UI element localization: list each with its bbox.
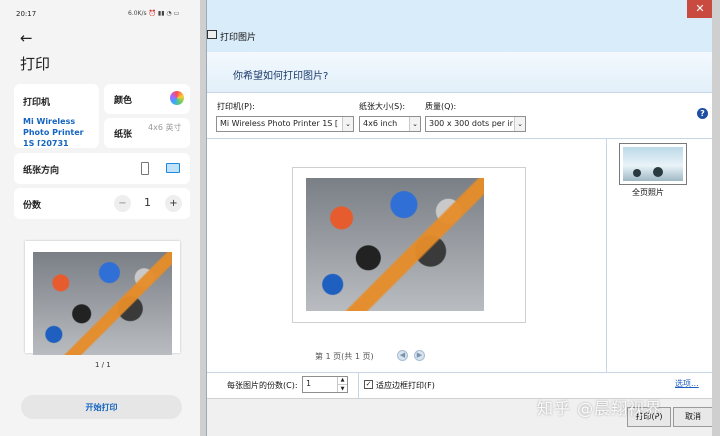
orientation-label: 纸张方向 (23, 166, 60, 176)
phone-print-screen: 20:17 6.0K/s ⏰ ▮▮ ◔ ▭ ← 打印 打印机 Mi Wirele… (0, 0, 200, 436)
paper-size-select[interactable]: 4x6 inch ⌄ (359, 116, 421, 132)
header-question: 你希望如何打印图片? (233, 71, 329, 82)
bar-divider (358, 373, 359, 398)
printer-select[interactable]: Mi Wireless Photo Printer 1S [ ⌄ (216, 116, 354, 132)
layout-thumbnails: 全页照片 (607, 138, 713, 372)
watermark: 知乎 @晨翔视界 (537, 399, 663, 418)
printer-select-value: Mi Wireless Photo Printer 1S [ (220, 119, 339, 128)
spin-up-icon[interactable]: ▲ (337, 377, 347, 384)
printer-card[interactable]: 打印机 Mi Wireless Photo Printer 1S [20731 (14, 84, 99, 148)
dialog-title: 打印图片 (220, 33, 257, 43)
preview-page (292, 167, 526, 323)
quality-label: 质量(Q): (425, 102, 457, 111)
status-icons: 6.0K/s ⏰ ▮▮ ◔ ▭ (128, 10, 180, 17)
close-button[interactable]: ✕ (687, 0, 713, 18)
spin-down-icon[interactable]: ▼ (337, 384, 347, 392)
fit-frame-checkbox[interactable]: ✓ (364, 380, 373, 389)
chevron-down-icon: ⌄ (342, 117, 353, 131)
paper-value: 4x6 英寸 (148, 123, 182, 132)
options-link[interactable]: 选项... (675, 378, 699, 389)
printer-name: Mi Wireless Photo Printer 1S [20731 (23, 117, 84, 146)
full-page-photo-thumb[interactable] (619, 143, 687, 185)
cancel-button[interactable]: 取消 (673, 407, 713, 427)
paper-label: 纸张 (114, 130, 133, 140)
right-edge (712, 0, 720, 436)
plus-button[interactable]: + (165, 195, 182, 212)
printer-label: 打印机 (23, 98, 51, 108)
chevron-down-icon: ⌄ (409, 117, 420, 131)
prev-page-icon[interactable]: ◀ (397, 350, 408, 361)
page-nav-text: 第 1 页(共 1 页) (315, 352, 374, 361)
printer-icon (207, 30, 217, 39)
preview-photo (306, 178, 484, 311)
copies-row: 份数 − 1 + (14, 188, 190, 219)
copies-value: 1 (144, 196, 151, 209)
dialog-titlebar: 打印图片 ✕ (207, 0, 713, 52)
thumb-label: 全页照片 (632, 188, 664, 197)
color-card[interactable]: 颜色 (104, 84, 190, 114)
copies-label: 每张图片的份数(C): (227, 381, 298, 390)
chevron-down-icon: ⌄ (514, 117, 525, 131)
color-label: 颜色 (114, 96, 133, 106)
portrait-icon[interactable] (141, 162, 149, 175)
paper-size-label: 纸张大小(S): (359, 102, 406, 111)
print-pictures-dialog: 打印图片 ✕ 你希望如何打印图片? 打印机(P): 纸张大小(S): 质量(Q)… (206, 0, 713, 436)
back-arrow-icon[interactable]: ← (20, 29, 33, 47)
copies-input-value[interactable]: 1 (306, 379, 311, 388)
page-title: 打印 (20, 55, 51, 73)
thumb-tree-shape (653, 167, 663, 177)
minus-button[interactable]: − (114, 195, 131, 212)
copies-label: 份数 (23, 201, 42, 211)
quality-value: 300 x 300 dots per ir (429, 119, 514, 128)
quality-select[interactable]: 300 x 300 dots per ir ⌄ (425, 116, 526, 132)
help-icon[interactable]: ? (697, 108, 708, 119)
phone-preview-page (25, 241, 180, 355)
next-page-icon[interactable]: ▶ (414, 350, 425, 361)
orientation-row: 纸张方向 (14, 153, 190, 184)
printer-select-label: 打印机(P): (217, 102, 255, 111)
color-wheel-icon (170, 91, 184, 105)
thumb-landscape-image (623, 147, 683, 181)
phone-preview-photo (33, 252, 172, 355)
preview-area: 第 1 页(共 1 页) ◀ ▶ (207, 138, 607, 372)
landscape-icon[interactable] (166, 163, 180, 173)
start-print-button[interactable]: 开始打印 (21, 395, 182, 419)
status-time: 20:17 (16, 10, 37, 18)
copies-spinner[interactable]: 1 ▲ ▼ (302, 376, 348, 393)
thumb-tree-shape (633, 169, 641, 177)
paper-card[interactable]: 纸张 4x6 英寸 (104, 118, 190, 148)
paper-size-value: 4x6 inch (363, 119, 398, 128)
page-indicator: 1 / 1 (95, 361, 111, 369)
header-band: 你希望如何打印图片? (207, 52, 713, 93)
fit-frame-label: 适应边框打印(F) (376, 381, 435, 390)
